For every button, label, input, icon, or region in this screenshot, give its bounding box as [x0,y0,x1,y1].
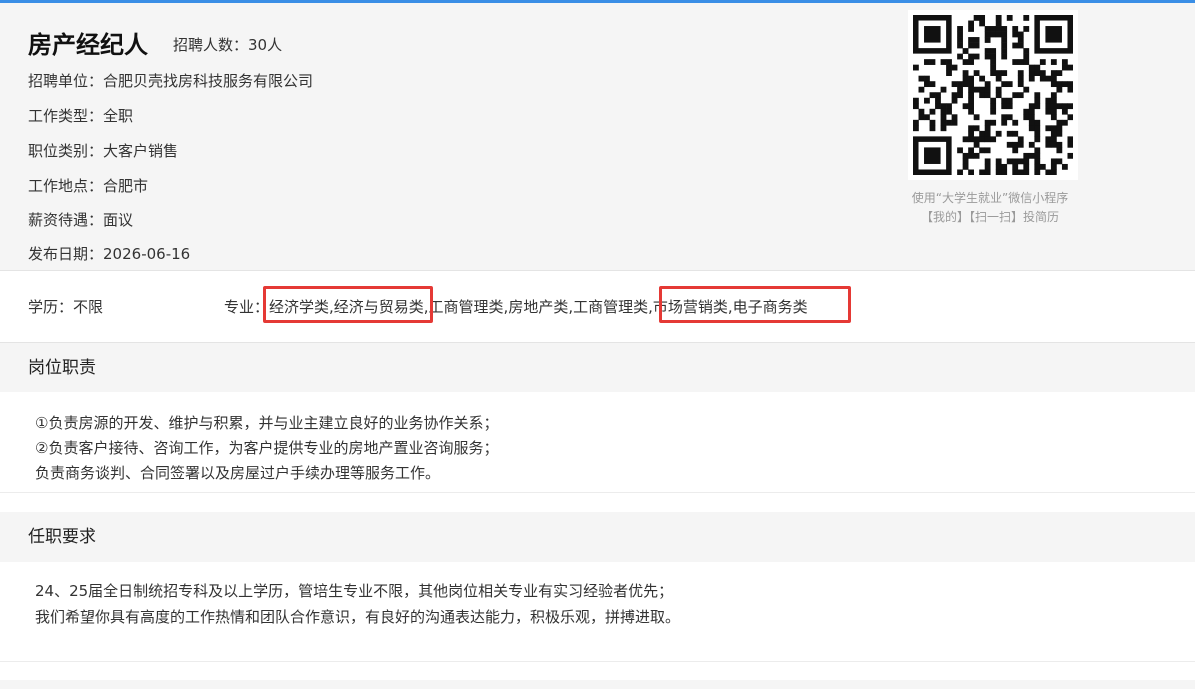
job-type-value: 全职 [103,107,134,125]
qualification-line: 我们希望你具有高度的工作热情和团队合作意识，有良好的沟通表达能力，积极乐观，拼搏… [35,608,681,626]
job-title: 房产经纪人 [28,31,148,59]
qr-code-icon [913,15,1073,175]
qualifications-body: 24、25届全日制统招专科及以上学历，管培生专业不限，其他岗位相关专业有实习经验… [0,562,1195,662]
info-category: 职位类别：大客户销售 [28,140,178,161]
duty-line: ②负责客户接待、咨询工作，为客户提供专业的房地产置业咨询服务； [35,439,499,457]
info-salary: 薪资待遇：面议 [28,209,133,230]
highlight-box-marketing [659,286,851,323]
info-publish-date: 发布日期：2026-06-16 [28,243,190,264]
info-label: 职位类别： [28,142,104,160]
duty-line: 负责商务谈判、合同签署以及房屋过户手续办理等服务工作。 [35,464,441,482]
duties-body: ①负责房源的开发、维护与积累，并与业主建立良好的业务协作关系； ②负责客户接待、… [0,392,1195,493]
qr-note-line1: 使用“大学生就业”微信小程序 [911,191,1069,205]
bottom-divider [0,680,1195,689]
info-employer: 招聘单位：合肥贝壳找房科技服务有限公司 [28,70,313,91]
location-value: 合肥市 [103,177,149,195]
info-label: 招聘单位： [28,72,104,90]
qualification-line: 24、25届全日制统招专科及以上学历，管培生专业不限，其他岗位相关专业有实习经验… [35,582,674,600]
job-header: 房产经纪人 招聘人数：30人 招聘单位：合肥贝壳找房科技服务有限公司 工作类型：… [0,3,1195,271]
highlight-box-economics [263,286,433,323]
info-job-type: 工作类型：全职 [28,105,133,126]
qr-note-line2: 【我的】【扫一扫】投简历 [920,210,1059,224]
duty-line: ①负责房源的开发、维护与积累，并与业主建立良好的业务协作关系； [35,414,499,432]
education-requirement: 学历：不限 [28,298,104,316]
salary-value: 面议 [103,211,134,229]
info-label: 薪资待遇： [28,211,104,229]
info-label: 工作地点： [28,177,104,195]
publish-date-value: 2026-06-16 [103,245,191,263]
section-heading-qualifications: 任职要求 [0,512,1195,562]
info-label: 发布日期： [28,245,104,263]
hire-count: 招聘人数：30人 [173,36,283,54]
category-value: 大客户销售 [103,142,179,160]
info-label: 工作类型： [28,107,104,125]
employer-name: 合肥贝壳找房科技服务有限公司 [103,72,314,90]
qr-code [908,10,1078,180]
section-heading-duties: 岗位职责 [0,342,1195,392]
info-location: 工作地点：合肥市 [28,175,148,196]
